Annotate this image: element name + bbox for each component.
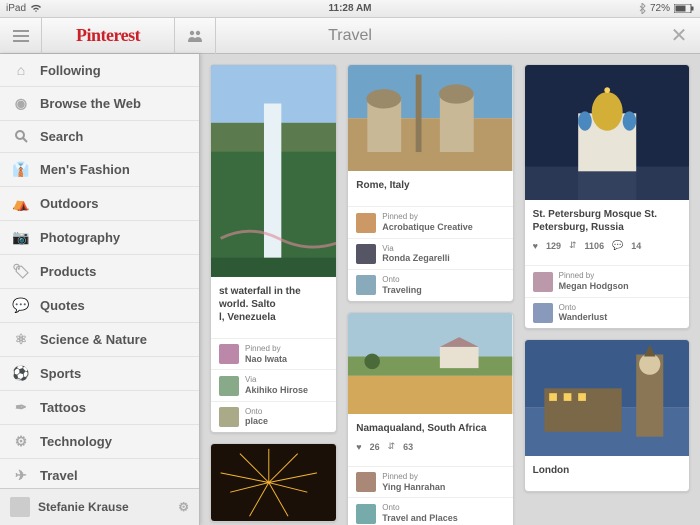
sidebar-item-label: Outdoors xyxy=(40,196,99,211)
pin-meta-onto[interactable]: Ontoplace xyxy=(211,401,336,432)
pin-meta-pinned-by[interactable]: Pinned byMegan Hodgson xyxy=(525,265,689,296)
user-name: Stefanie Krause xyxy=(38,500,129,514)
sidebar-item-label: Browse the Web xyxy=(40,96,141,111)
sidebar-item-search[interactable]: Search xyxy=(0,121,199,153)
sidebar-item-label: Tattoos xyxy=(40,400,86,415)
sidebar-item-label: Technology xyxy=(40,434,112,449)
sidebar-item-label: Photography xyxy=(40,230,120,245)
camera-icon: 📷 xyxy=(12,229,30,246)
pin-image xyxy=(348,65,512,171)
pin-card-stpetersburg[interactable]: St. Petersburg Mosque St. Petersburg, Ru… xyxy=(524,64,690,329)
sidebar: ⌂ Following ◉ Browse the Web Search 👔 Men's… xyxy=(0,54,200,525)
globe-icon: ◉ xyxy=(12,95,30,112)
sidebar-item-label: Travel xyxy=(40,468,78,483)
user-avatar xyxy=(10,497,30,517)
sidebar-item-photography[interactable]: 📷 Photography xyxy=(0,221,199,255)
friends-button[interactable] xyxy=(174,18,216,54)
menu-button[interactable] xyxy=(0,18,42,54)
close-button[interactable]: ✕ xyxy=(658,18,700,54)
atom-icon: ⚛ xyxy=(12,331,30,348)
pin-image xyxy=(211,65,336,277)
sidebar-item-label: Search xyxy=(40,129,83,144)
gear-icon[interactable]: ⚙ xyxy=(178,500,189,514)
ios-status-bar: iPad 11:28 AM 72% xyxy=(0,0,700,18)
battery-icon xyxy=(674,4,694,13)
pin-meta-via[interactable]: ViaAkihiko Hirose xyxy=(211,369,336,400)
pin-card-rome[interactable]: Rome, Italy Pinned byAcrobatique Creativ… xyxy=(347,64,513,302)
pin-title: London xyxy=(533,464,681,477)
repin-icon: ⇵ xyxy=(569,240,577,251)
comment-icon: 💬 xyxy=(612,240,623,251)
people-icon xyxy=(187,29,203,43)
plane-icon: ✈ xyxy=(12,467,30,484)
hamburger-icon xyxy=(13,30,29,42)
pin-meta-onto[interactable]: OntoTraveling xyxy=(348,269,512,300)
sidebar-item-label: Quotes xyxy=(40,298,85,313)
pin-meta-pinned-by[interactable]: Pinned byNao Iwata xyxy=(211,338,336,369)
pin-card-waterfall[interactable]: st waterfall in the world. Salto l, Vene… xyxy=(210,64,337,433)
pin-title: Namaqualand, South Africa xyxy=(356,422,504,435)
home-icon: ⌂ xyxy=(12,62,30,78)
sidebar-item-label: Science & Nature xyxy=(40,332,147,347)
top-nav: Pinterest Travel ✕ xyxy=(0,18,700,54)
pin-grid: st waterfall in the world. Salto l, Vene… xyxy=(200,54,700,525)
chat-icon: 💬 xyxy=(12,297,30,314)
pin-title: st waterfall in the world. Salto l, Vene… xyxy=(219,285,328,324)
pin-stats: ♥26 ⇵63 xyxy=(356,441,504,452)
pin-title: St. Petersburg Mosque St. Petersburg, Ru… xyxy=(533,208,681,234)
pin-image xyxy=(525,65,689,200)
pin-meta-onto[interactable]: OntoWanderlust xyxy=(525,297,689,328)
sidebar-item-following[interactable]: ⌂ Following xyxy=(0,54,199,87)
shirt-icon: 👔 xyxy=(12,161,30,178)
heart-icon: ♥ xyxy=(533,241,538,251)
tree-icon: ⛺ xyxy=(12,195,30,212)
pin-title: Rome, Italy xyxy=(356,179,504,192)
sidebar-user-row[interactable]: Stefanie Krause ⚙ xyxy=(0,488,199,525)
wifi-icon xyxy=(30,4,42,13)
pin-meta-via[interactable]: ViaRonda Zegarelli xyxy=(348,238,512,269)
pin-meta-pinned-by[interactable]: Pinned byYing Hanrahan xyxy=(348,466,512,497)
pin-meta-pinned-by[interactable]: Pinned byAcrobatique Creative xyxy=(348,206,512,237)
sidebar-item-sports[interactable]: ⚽ Sports xyxy=(0,357,199,391)
clock: 11:28 AM xyxy=(329,3,372,14)
sidebar-item-technology[interactable]: ⚙ Technology xyxy=(0,425,199,459)
bluetooth-icon xyxy=(639,3,646,14)
sidebar-item-tattoos[interactable]: ✒ Tattoos xyxy=(0,391,199,425)
pin-image xyxy=(348,313,512,415)
sidebar-item-outdoors[interactable]: ⛺ Outdoors xyxy=(0,187,199,221)
sidebar-item-label: Following xyxy=(40,63,101,78)
pin-image xyxy=(525,340,689,456)
search-icon xyxy=(12,130,30,143)
sidebar-item-science[interactable]: ⚛ Science & Nature xyxy=(0,323,199,357)
sidebar-item-products[interactable]: 🏷 Products xyxy=(0,255,199,289)
tag-icon: 🏷 xyxy=(12,263,30,280)
page-title: Travel xyxy=(328,27,372,45)
ball-icon: ⚽ xyxy=(12,365,30,382)
sidebar-item-label: Sports xyxy=(40,366,81,381)
battery-pct: 72% xyxy=(650,3,670,14)
chip-icon: ⚙ xyxy=(12,433,30,450)
heart-icon: ♥ xyxy=(356,442,361,452)
close-icon: ✕ xyxy=(671,23,688,48)
pin-image xyxy=(211,444,336,521)
sidebar-item-label: Men's Fashion xyxy=(40,162,130,177)
pin-card-namaqualand[interactable]: Namaqualand, South Africa ♥26 ⇵63 Pinned… xyxy=(347,312,513,525)
carrier-label: iPad xyxy=(6,3,26,14)
sidebar-item-travel[interactable]: ✈ Travel xyxy=(0,459,199,488)
repin-icon: ⇵ xyxy=(388,441,396,452)
pin-stats: ♥129 ⇵1106 💬14 xyxy=(533,240,681,251)
sidebar-item-quotes[interactable]: 💬 Quotes xyxy=(0,289,199,323)
pin-card-london[interactable]: London xyxy=(524,339,690,492)
pen-icon: ✒ xyxy=(12,399,30,416)
sidebar-item-label: Products xyxy=(40,264,96,279)
app-logo[interactable]: Pinterest xyxy=(42,25,174,46)
sidebar-item-browse[interactable]: ◉ Browse the Web xyxy=(0,87,199,121)
sidebar-item-mens-fashion[interactable]: 👔 Men's Fashion xyxy=(0,153,199,187)
pin-card-fireworks[interactable] xyxy=(210,443,337,522)
pin-meta-onto[interactable]: OntoTravel and Places xyxy=(348,497,512,525)
